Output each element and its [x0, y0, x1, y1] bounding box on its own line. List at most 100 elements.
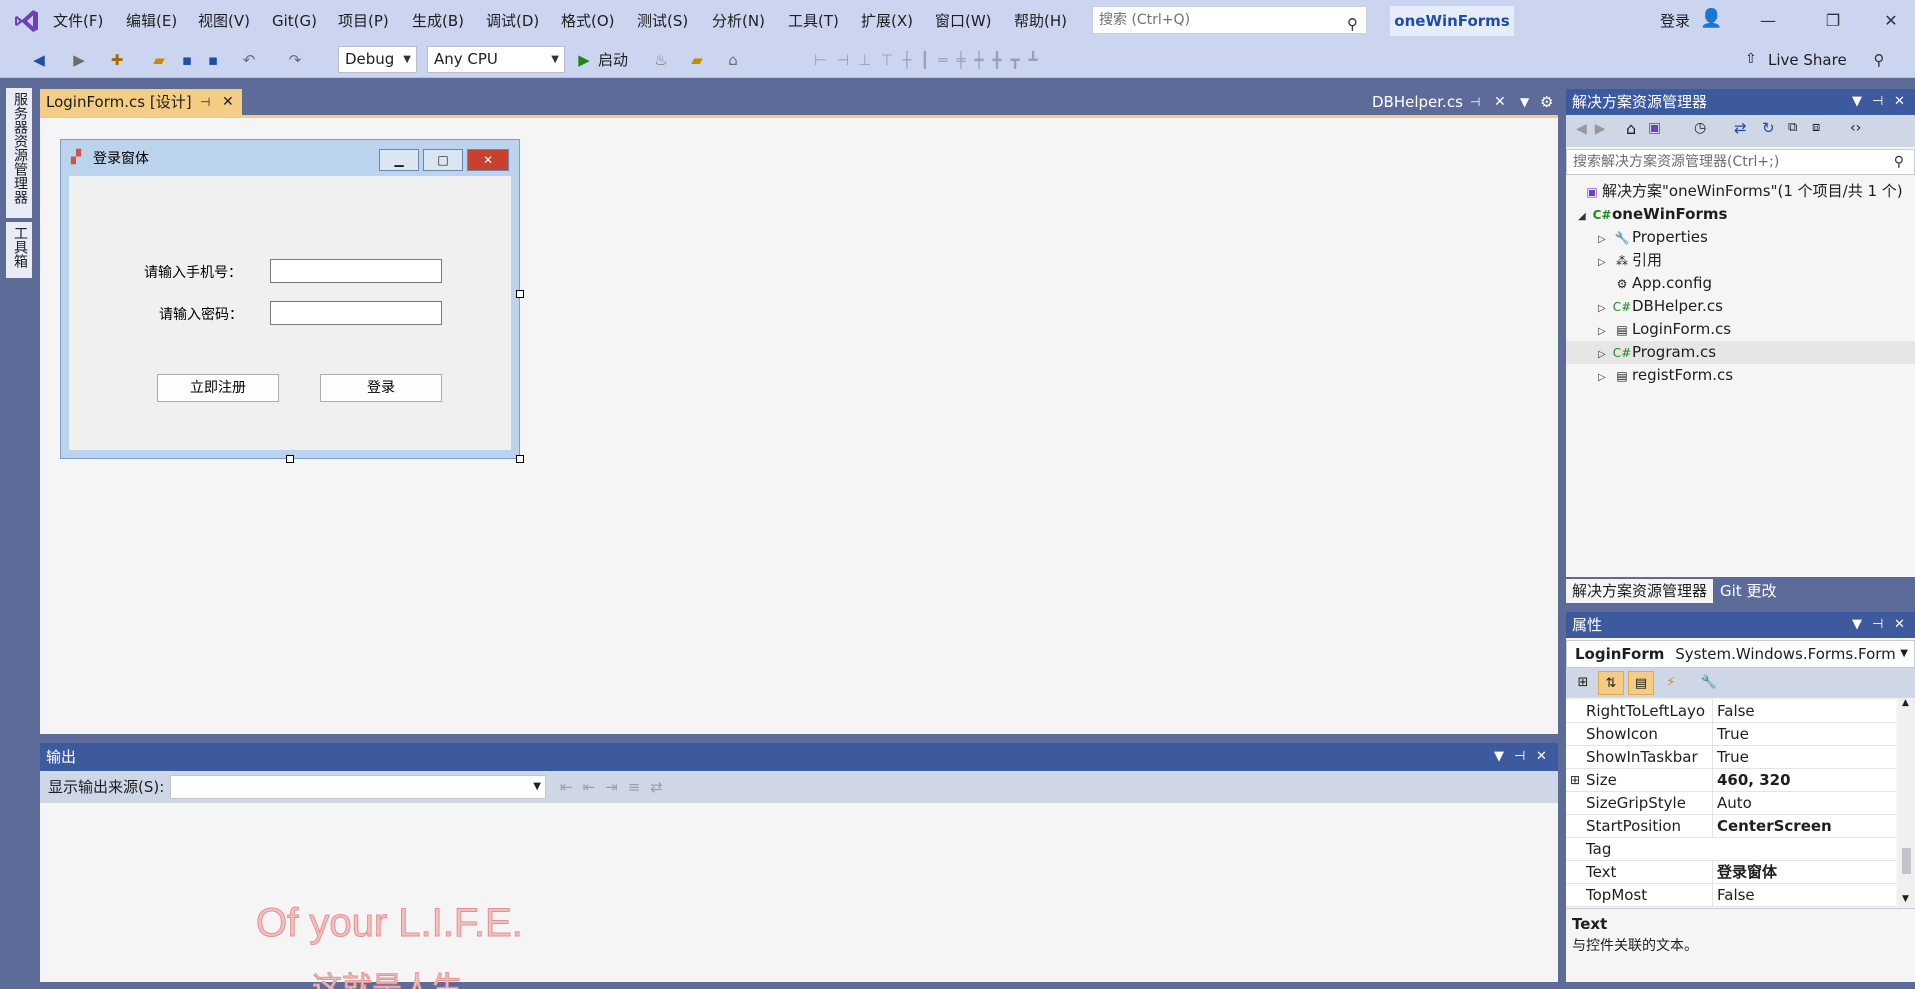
tree-item-program[interactable]: ▷ C#Program.cs — [1566, 341, 1915, 364]
menu-edit[interactable]: 编辑(E) — [126, 0, 177, 42]
designer-surface[interactable]: ▞ 登录窗体 ▁ □ ✕ 请输入手机号： 请输入密码： 立即注册 登录 — [40, 115, 1558, 734]
property-pages-icon[interactable]: 🔧 — [1696, 671, 1722, 695]
search-input[interactable]: 搜索 (Ctrl+Q) ⚲ — [1092, 6, 1367, 34]
prop-row[interactable]: ⊞ Size 460, 320 — [1566, 769, 1896, 792]
tree-item-references[interactable]: ▷ ⁂ 引用 — [1566, 249, 1915, 272]
toolbox-tab[interactable]: 工具箱 — [6, 222, 32, 278]
close-icon[interactable]: ✕ — [1894, 89, 1905, 115]
nav-back-forward-icon[interactable]: ◀▶ — [1576, 121, 1614, 137]
server-explorer-tab[interactable]: 服务器资源管理器 — [6, 88, 32, 218]
designed-form[interactable]: ▞ 登录窗体 ▁ □ ✕ 请输入手机号： 请输入密码： 立即注册 登录 — [60, 139, 520, 459]
events-icon[interactable]: ⚡ — [1658, 671, 1684, 695]
register-button[interactable]: 立即注册 — [157, 374, 279, 402]
tree-item-loginform[interactable]: ▷ ▤ LoginForm.cs — [1566, 318, 1915, 341]
tab-dbhelper[interactable]: DBHelper.cs ⊣ ✕ — [1366, 89, 1514, 115]
resize-handle-bottom[interactable] — [286, 455, 294, 463]
prop-row[interactable]: StartPosition CenterScreen — [1566, 815, 1896, 838]
restore-icon[interactable]: ❐ — [1810, 0, 1856, 42]
history-icon[interactable]: ◷ — [1694, 120, 1706, 136]
back-icon[interactable]: ◀ — [28, 42, 50, 78]
hot-reload-icon[interactable]: ♨ — [650, 42, 672, 78]
tab-solution-explorer[interactable]: 解决方案资源管理器 — [1566, 579, 1714, 603]
menu-extensions[interactable]: 扩展(X) — [861, 0, 913, 42]
close-icon[interactable]: ✕ — [1894, 612, 1905, 638]
sync-icon[interactable]: ⇄ — [1734, 119, 1747, 137]
prop-row[interactable]: SizeGripStyle Auto — [1566, 792, 1896, 815]
sign-in-link[interactable]: 登录 — [1660, 0, 1690, 42]
output-toolbar-icons[interactable]: ⇤⇤⇥≡⇄ — [560, 771, 673, 803]
tab-git-changes[interactable]: Git 更改 — [1714, 579, 1782, 603]
save-icon[interactable]: ▪ — [176, 42, 198, 78]
output-source-dropdown[interactable]: ▼ — [170, 775, 546, 799]
collapsed-arrow-icon[interactable]: ▷ — [1598, 251, 1612, 274]
forward-icon[interactable]: ▶ — [68, 42, 90, 78]
folder-icon[interactable]: ▰ — [686, 42, 708, 78]
collapsed-arrow-icon[interactable]: ▷ — [1598, 228, 1612, 251]
prop-row[interactable]: Text 登录窗体 — [1566, 861, 1896, 884]
expand-icon[interactable]: ⊞ — [1570, 769, 1580, 792]
close-icon[interactable]: ✕ — [1494, 89, 1506, 115]
tree-project[interactable]: ◢ C#oneWinForms — [1566, 203, 1915, 226]
add-user-icon[interactable]: 👤 — [1700, 8, 1722, 29]
tree-item-app-config[interactable]: ⚙ App.config — [1566, 272, 1915, 295]
prop-row[interactable]: Tag — [1566, 838, 1896, 861]
collapse-all-icon[interactable]: ⧉ — [1788, 120, 1797, 135]
prop-value[interactable]: True — [1712, 723, 1749, 746]
prop-row[interactable]: ShowInTaskbar True — [1566, 746, 1896, 769]
categorized-icon[interactable]: ⊞ — [1570, 671, 1596, 695]
chevron-down-icon[interactable]: ▼ — [1852, 89, 1862, 115]
redo-icon[interactable]: ↷ — [284, 42, 306, 78]
menu-window[interactable]: 窗口(W) — [935, 0, 992, 42]
menu-build[interactable]: 生成(B) — [412, 0, 464, 42]
tab-loginform-designer[interactable]: LoginForm.cs [设计] ⊣ ✕ — [40, 89, 242, 115]
pin-icon[interactable]: ⊣ — [1470, 89, 1480, 115]
layout-align-toolbar-icons[interactable]: ⊢⊣⊥⊤┼┃═╪┿╋┳┻ — [814, 42, 1374, 78]
start-button[interactable]: 启动 — [598, 42, 628, 78]
prop-row[interactable]: RightToLeftLayo False — [1566, 700, 1896, 723]
home-icon[interactable]: ⌂ — [722, 42, 744, 78]
tree-item-dbhelper[interactable]: ▷ C#DBHelper.cs — [1566, 295, 1915, 318]
properties-scrollbar[interactable]: ▲ ▼ — [1898, 698, 1915, 908]
menu-project[interactable]: 项目(P) — [338, 0, 389, 42]
close-icon[interactable]: ✕ — [1868, 0, 1914, 42]
live-share-button[interactable]: Live Share — [1768, 42, 1847, 78]
prop-value[interactable]: 登录窗体 — [1712, 861, 1777, 884]
prop-value[interactable]: 460, 320 — [1712, 769, 1791, 792]
menu-help[interactable]: 帮助(H) — [1014, 0, 1067, 42]
menu-test[interactable]: 测试(S) — [637, 0, 688, 42]
tree-item-registform[interactable]: ▷ ▤ registForm.cs — [1566, 364, 1915, 387]
menu-tools[interactable]: 工具(T) — [788, 0, 839, 42]
solution-search-input[interactable]: 搜索解决方案资源管理器(Ctrl+;) ⚲ — [1566, 149, 1915, 175]
chevron-down-icon[interactable]: ▼ — [1852, 612, 1862, 638]
close-icon[interactable]: ✕ — [222, 89, 234, 115]
visual-studio-logo-icon[interactable] — [14, 8, 40, 34]
collapsed-arrow-icon[interactable]: ▷ — [1598, 320, 1612, 343]
pin-icon[interactable]: ⊣ — [1514, 743, 1525, 771]
prop-value[interactable]: Auto — [1712, 792, 1752, 815]
expanded-arrow-icon[interactable]: ◢ — [1578, 205, 1592, 228]
scroll-thumb[interactable] — [1902, 848, 1911, 874]
scroll-up-icon[interactable]: ▲ — [1902, 698, 1909, 708]
pin-icon[interactable]: ⊣ — [200, 89, 210, 115]
collapsed-arrow-icon[interactable]: ▷ — [1598, 343, 1612, 366]
prop-value[interactable]: CenterScreen — [1712, 815, 1832, 838]
save-all-icon[interactable]: ▪ — [202, 42, 224, 78]
show-all-files-icon[interactable]: ⧈ — [1812, 120, 1820, 135]
tree-solution[interactable]: ▣ 解决方案"oneWinForms"(1 个项目/共 1 个) — [1566, 180, 1915, 203]
menu-debug[interactable]: 调试(D) — [486, 0, 539, 42]
home-icon[interactable]: ⌂ — [1626, 119, 1636, 138]
tab-list-dropdown-icon[interactable]: ▼ — [1520, 89, 1529, 115]
configuration-dropdown[interactable]: Debug ▼ — [338, 46, 417, 73]
open-folder-icon[interactable]: ▰ — [148, 42, 170, 78]
resize-handle-corner[interactable] — [516, 455, 524, 463]
login-button[interactable]: 登录 — [320, 374, 442, 402]
phone-textbox[interactable] — [270, 259, 442, 283]
prop-row[interactable]: ShowIcon True — [1566, 723, 1896, 746]
tree-item-properties[interactable]: ▷ 🔧 Properties — [1566, 226, 1915, 249]
pin-icon[interactable]: ⊣ — [1872, 89, 1883, 115]
minimize-icon[interactable]: — — [1745, 0, 1791, 42]
undo-icon[interactable]: ↶ — [238, 42, 260, 78]
menu-analyze[interactable]: 分析(N) — [712, 0, 765, 42]
close-icon[interactable]: ✕ — [1536, 743, 1547, 771]
chevron-down-icon[interactable]: ▼ — [1494, 743, 1504, 771]
